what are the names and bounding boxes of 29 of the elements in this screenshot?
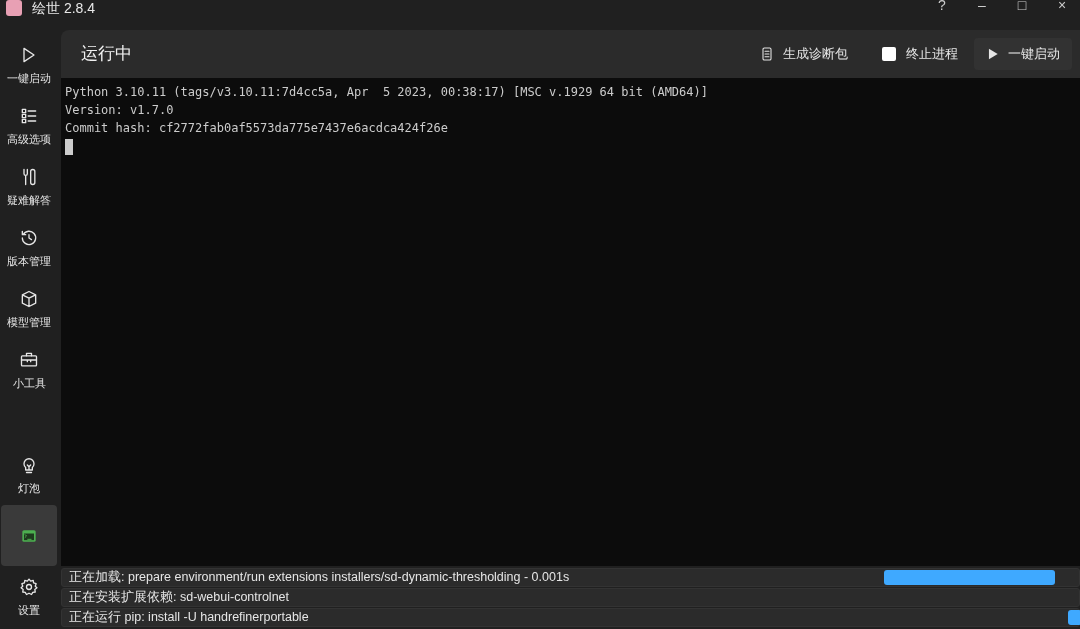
sidebar-item[interactable]: [1, 505, 57, 566]
status-text: 正在安装扩展依赖: sd-webui-controlnet: [69, 589, 290, 607]
sidebar-item[interactable]: 模型管理: [1, 278, 57, 339]
sidebar-item[interactable]: 版本管理: [1, 217, 57, 278]
sidebar-item[interactable]: 高级选项: [1, 95, 57, 156]
window-title: 绘世 2.8.4: [32, 0, 96, 18]
status-text: 正在加载: prepare environment/run extensions installers/sd-dynamic-thresholding - 0.001s: [69, 569, 570, 587]
sidebar-item[interactable]: 一键启动: [1, 34, 57, 95]
page-title: 运行中: [81, 43, 132, 66]
sidebar-item[interactable]: 疑难解答: [1, 156, 57, 217]
terminate-checkbox[interactable]: 终止进程: [872, 38, 968, 70]
play-icon: [986, 47, 1000, 61]
launch-button[interactable]: 一键启动: [974, 38, 1072, 70]
status-text: 正在运行 pip: install -U handrefinerportable: [69, 609, 309, 627]
window-control-button[interactable]: ?: [932, 0, 952, 12]
window-control-button[interactable]: –: [972, 0, 992, 12]
window-control-button[interactable]: ×: [1052, 0, 1072, 12]
app-logo-icon: [6, 0, 22, 16]
document-icon: [759, 46, 775, 62]
diagnostics-button[interactable]: 生成诊断包: [749, 38, 858, 70]
cube-icon: [19, 288, 39, 309]
settings-icon: [19, 576, 39, 597]
console-line: Python 3.10.11 (tags/v3.10.11:7d4cc5a, Apr 5 2023, 00:38:17) [MSC v.1929 64 bit (AMD64)]: [65, 84, 708, 101]
sidebar-item[interactable]: 小工具: [1, 339, 57, 400]
window-control-button[interactable]: □: [1012, 0, 1032, 12]
sidebar-item[interactable]: 设置: [1, 566, 57, 627]
console-line: Version: v1.7.0: [65, 102, 174, 119]
sidebar-item[interactable]: 灯泡: [1, 444, 57, 505]
console-line: Commit hash: cf2772fab0af5573da775e7437e6acdca424f26e: [65, 120, 448, 137]
